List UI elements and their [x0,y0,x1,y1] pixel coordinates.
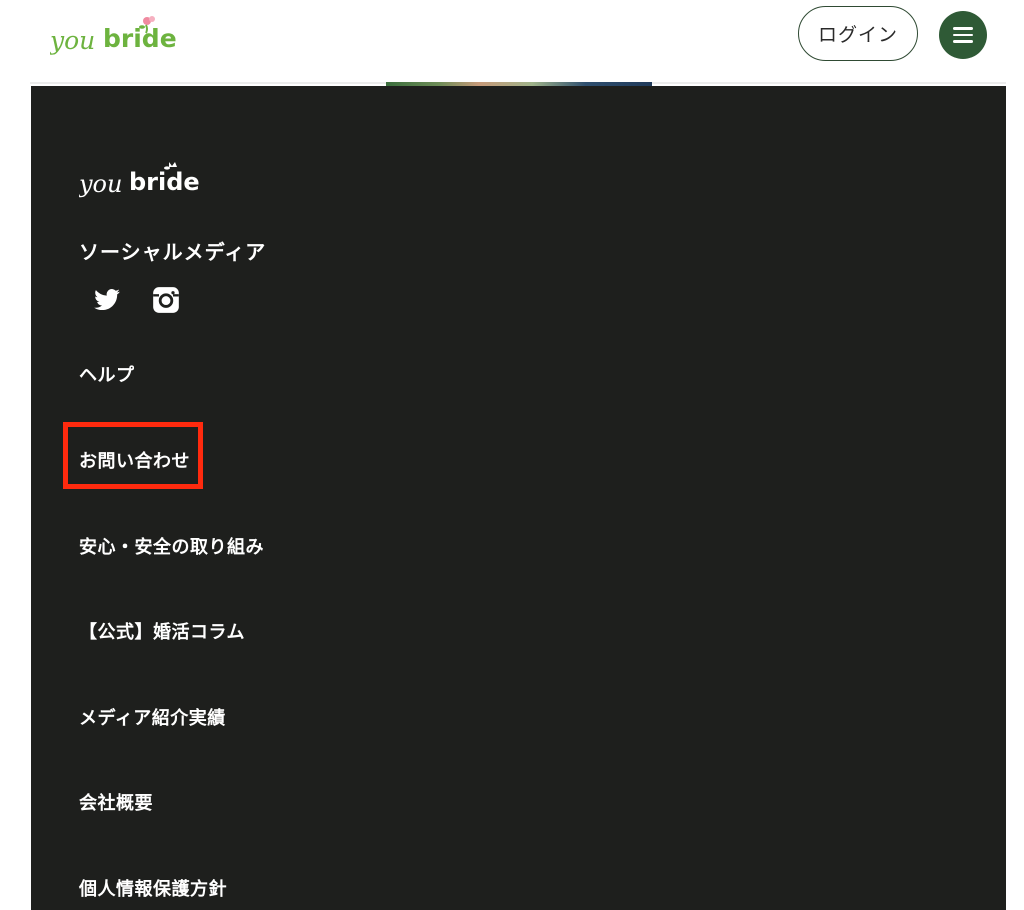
youbride-logo[interactable]: you bride [50,14,180,58]
login-button-label: ログイン [817,24,898,46]
svg-text:bride: bride [129,168,199,196]
twitter-icon[interactable] [93,286,121,314]
login-button[interactable]: ログイン [798,6,918,61]
instagram-icon[interactable] [152,286,180,314]
hamburger-menu-icon [953,27,973,43]
footer-link-help[interactable]: ヘルプ [79,361,135,387]
footer-link-privacy[interactable]: 個人情報保護方針 [79,875,227,901]
svg-text:you: you [50,26,95,55]
menu-button[interactable] [939,11,987,59]
site-header: you bride ログイン [0,0,1024,82]
contact-highlight-box [63,422,203,489]
footer-link-safety[interactable]: 安心・安全の取り組み [79,533,264,559]
footer-link-media[interactable]: メディア紹介実績 [79,704,226,730]
svg-text:you: you [79,170,122,198]
footer-link-column[interactable]: 【公式】婚活コラム [79,618,245,644]
social-media-heading: ソーシャルメディア [79,240,267,264]
footer-link-company[interactable]: 会社概要 [79,789,153,815]
youbride-footer-logo[interactable]: you bride [79,158,199,200]
site-footer: you bride ソーシャルメディア ヘルプ お問い合わせ 安心・安全の取り組… [31,86,1006,910]
svg-text:bride: bride [103,24,177,53]
